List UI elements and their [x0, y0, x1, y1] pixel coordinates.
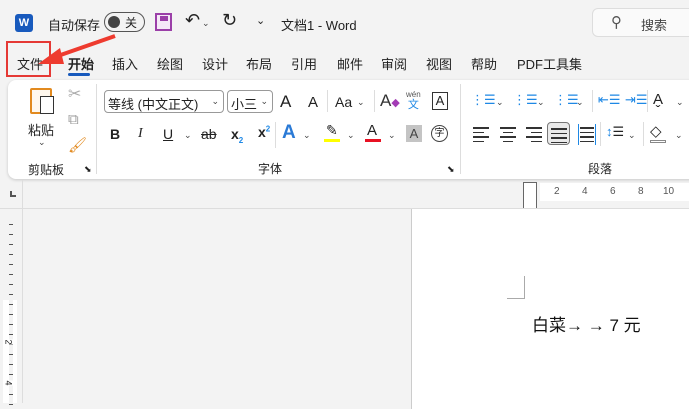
- vertical-ruler-tick: 2: [3, 339, 14, 345]
- clipboard-launcher-icon[interactable]: ⬊: [84, 164, 92, 175]
- active-tab-underline: [68, 73, 90, 76]
- copy-icon[interactable]: ⧉: [68, 111, 79, 128]
- ruler-tick: 2: [554, 186, 560, 197]
- ruler-corner-tab-icon[interactable]: [10, 191, 16, 197]
- paste-dropdown-icon[interactable]: ⌄: [38, 137, 46, 148]
- paragraph-group-label: 段落: [588, 162, 613, 176]
- increase-indent-button[interactable]: ⇥☰: [625, 92, 648, 108]
- chinese-layout-dropdown[interactable]: ⌄: [676, 97, 684, 108]
- font-color-bar: [365, 139, 381, 142]
- text-effects-button[interactable]: A: [282, 122, 296, 144]
- distributed-button[interactable]: [578, 124, 596, 145]
- font-size-value: 小三: [231, 97, 258, 112]
- redo-icon[interactable]: ↻: [222, 10, 237, 31]
- italic-button[interactable]: I: [138, 126, 143, 142]
- align-right-button[interactable]: [526, 124, 542, 145]
- cut-icon[interactable]: ✂: [68, 84, 81, 104]
- shrink-font-button[interactable]: A: [308, 94, 318, 111]
- align-left-button[interactable]: [473, 124, 489, 145]
- autosave-toggle[interactable]: 关: [104, 12, 145, 32]
- document-title: 文档1 - Word: [281, 18, 357, 33]
- ruler-tick: 8: [638, 186, 644, 197]
- font-size-select[interactable]: 小三 ⌄: [227, 90, 273, 113]
- justify-button[interactable]: [547, 122, 570, 145]
- search-icon: ⚲: [611, 14, 622, 31]
- underline-button[interactable]: U: [163, 126, 173, 142]
- font-launcher-icon[interactable]: ⬊: [447, 164, 455, 175]
- highlight-color-bar: [324, 139, 340, 142]
- character-shading-button[interactable]: A: [406, 125, 422, 142]
- tab-references[interactable]: 引用: [291, 54, 317, 73]
- annotation-arrow: [38, 34, 116, 64]
- shading-dropdown[interactable]: ⌄: [675, 130, 683, 141]
- align-center-button[interactable]: [500, 124, 516, 145]
- bold-button[interactable]: B: [110, 126, 120, 142]
- save-icon[interactable]: [155, 13, 172, 31]
- undo-dropdown-icon[interactable]: ⌄: [202, 18, 210, 29]
- superscript-button[interactable]: x2: [258, 124, 270, 140]
- font-color-button[interactable]: A: [367, 122, 377, 139]
- ruler-tick: 4: [582, 186, 588, 197]
- strikethrough-button[interactable]: ab: [201, 126, 217, 142]
- line-spacing-button[interactable]: ↕☰: [606, 124, 624, 140]
- shading-button[interactable]: ◇: [650, 122, 662, 140]
- clear-formatting-icon[interactable]: A◆: [380, 91, 400, 111]
- text-effects-dropdown[interactable]: ⌄: [303, 130, 311, 141]
- tab-mailings[interactable]: 邮件: [337, 54, 363, 73]
- phonetic-guide-icon[interactable]: wén 文: [406, 90, 421, 111]
- word-logo-icon: W: [15, 14, 33, 32]
- subscript-button[interactable]: x2: [231, 126, 243, 145]
- tab-review[interactable]: 审阅: [381, 54, 407, 73]
- chinese-layout-button[interactable]: A̬: [653, 91, 663, 108]
- ruler-tick: 6: [610, 186, 616, 197]
- change-case-button[interactable]: Aa: [335, 94, 352, 110]
- enclose-characters-button[interactable]: 字: [431, 125, 448, 142]
- line-spacing-dropdown[interactable]: ⌄: [628, 130, 636, 141]
- tab-pdf-tools[interactable]: PDF工具集: [517, 54, 582, 73]
- numbering-button[interactable]: ⋮☰: [513, 92, 538, 108]
- tab-view[interactable]: 视图: [426, 54, 452, 73]
- numbering-dropdown[interactable]: ⌄: [537, 97, 545, 108]
- indent-marker[interactable]: [523, 182, 537, 209]
- character-border-button[interactable]: A: [432, 92, 448, 110]
- search-placeholder: 搜索: [641, 18, 668, 33]
- bullets-dropdown[interactable]: ⌄: [496, 97, 504, 108]
- undo-icon[interactable]: ↶: [185, 10, 200, 31]
- margin-corner-mark: [507, 276, 525, 299]
- grow-font-button[interactable]: A: [280, 92, 291, 112]
- customize-toolbar-icon[interactable]: ⌄: [256, 14, 265, 27]
- clipboard-group-label: 剪贴板: [28, 163, 65, 177]
- change-case-dropdown[interactable]: ⌄: [357, 97, 365, 108]
- tab-draw[interactable]: 绘图: [157, 54, 183, 73]
- toggle-state: 关: [125, 16, 138, 30]
- paste-icon[interactable]: [30, 88, 54, 114]
- tab-layout[interactable]: 布局: [246, 54, 272, 73]
- highlight-dropdown[interactable]: ⌄: [347, 130, 355, 141]
- document-page[interactable]: 白菜→ → 7 元: [411, 209, 689, 409]
- vertical-ruler-tick: 4: [3, 380, 14, 386]
- font-name-select[interactable]: 等线 (中文正文) ⌄: [104, 90, 224, 113]
- font-group-label: 字体: [258, 162, 283, 176]
- tab-help[interactable]: 帮助: [471, 54, 497, 73]
- multilevel-list-dropdown[interactable]: ⌄: [576, 97, 584, 108]
- font-name-value: 等线 (中文正文): [108, 97, 199, 112]
- ruler-tick: 10: [663, 186, 675, 197]
- format-painter-icon[interactable]: 🖌: [68, 136, 87, 154]
- multilevel-list-button[interactable]: ⋮☰: [554, 92, 579, 108]
- font-color-dropdown[interactable]: ⌄: [388, 130, 396, 141]
- search-box[interactable]: ⚲ 搜索: [592, 8, 689, 37]
- document-text[interactable]: 白菜→ → 7 元: [532, 311, 641, 336]
- tab-design[interactable]: 设计: [202, 54, 228, 73]
- vertical-ruler-ticks: [9, 215, 13, 405]
- highlight-icon[interactable]: ✎: [326, 122, 338, 139]
- shading-color-bar: [650, 140, 666, 143]
- underline-dropdown[interactable]: ⌄: [184, 130, 192, 141]
- bullets-button[interactable]: ⋮☰: [471, 92, 496, 108]
- decrease-indent-button[interactable]: ⇤☰: [598, 92, 621, 108]
